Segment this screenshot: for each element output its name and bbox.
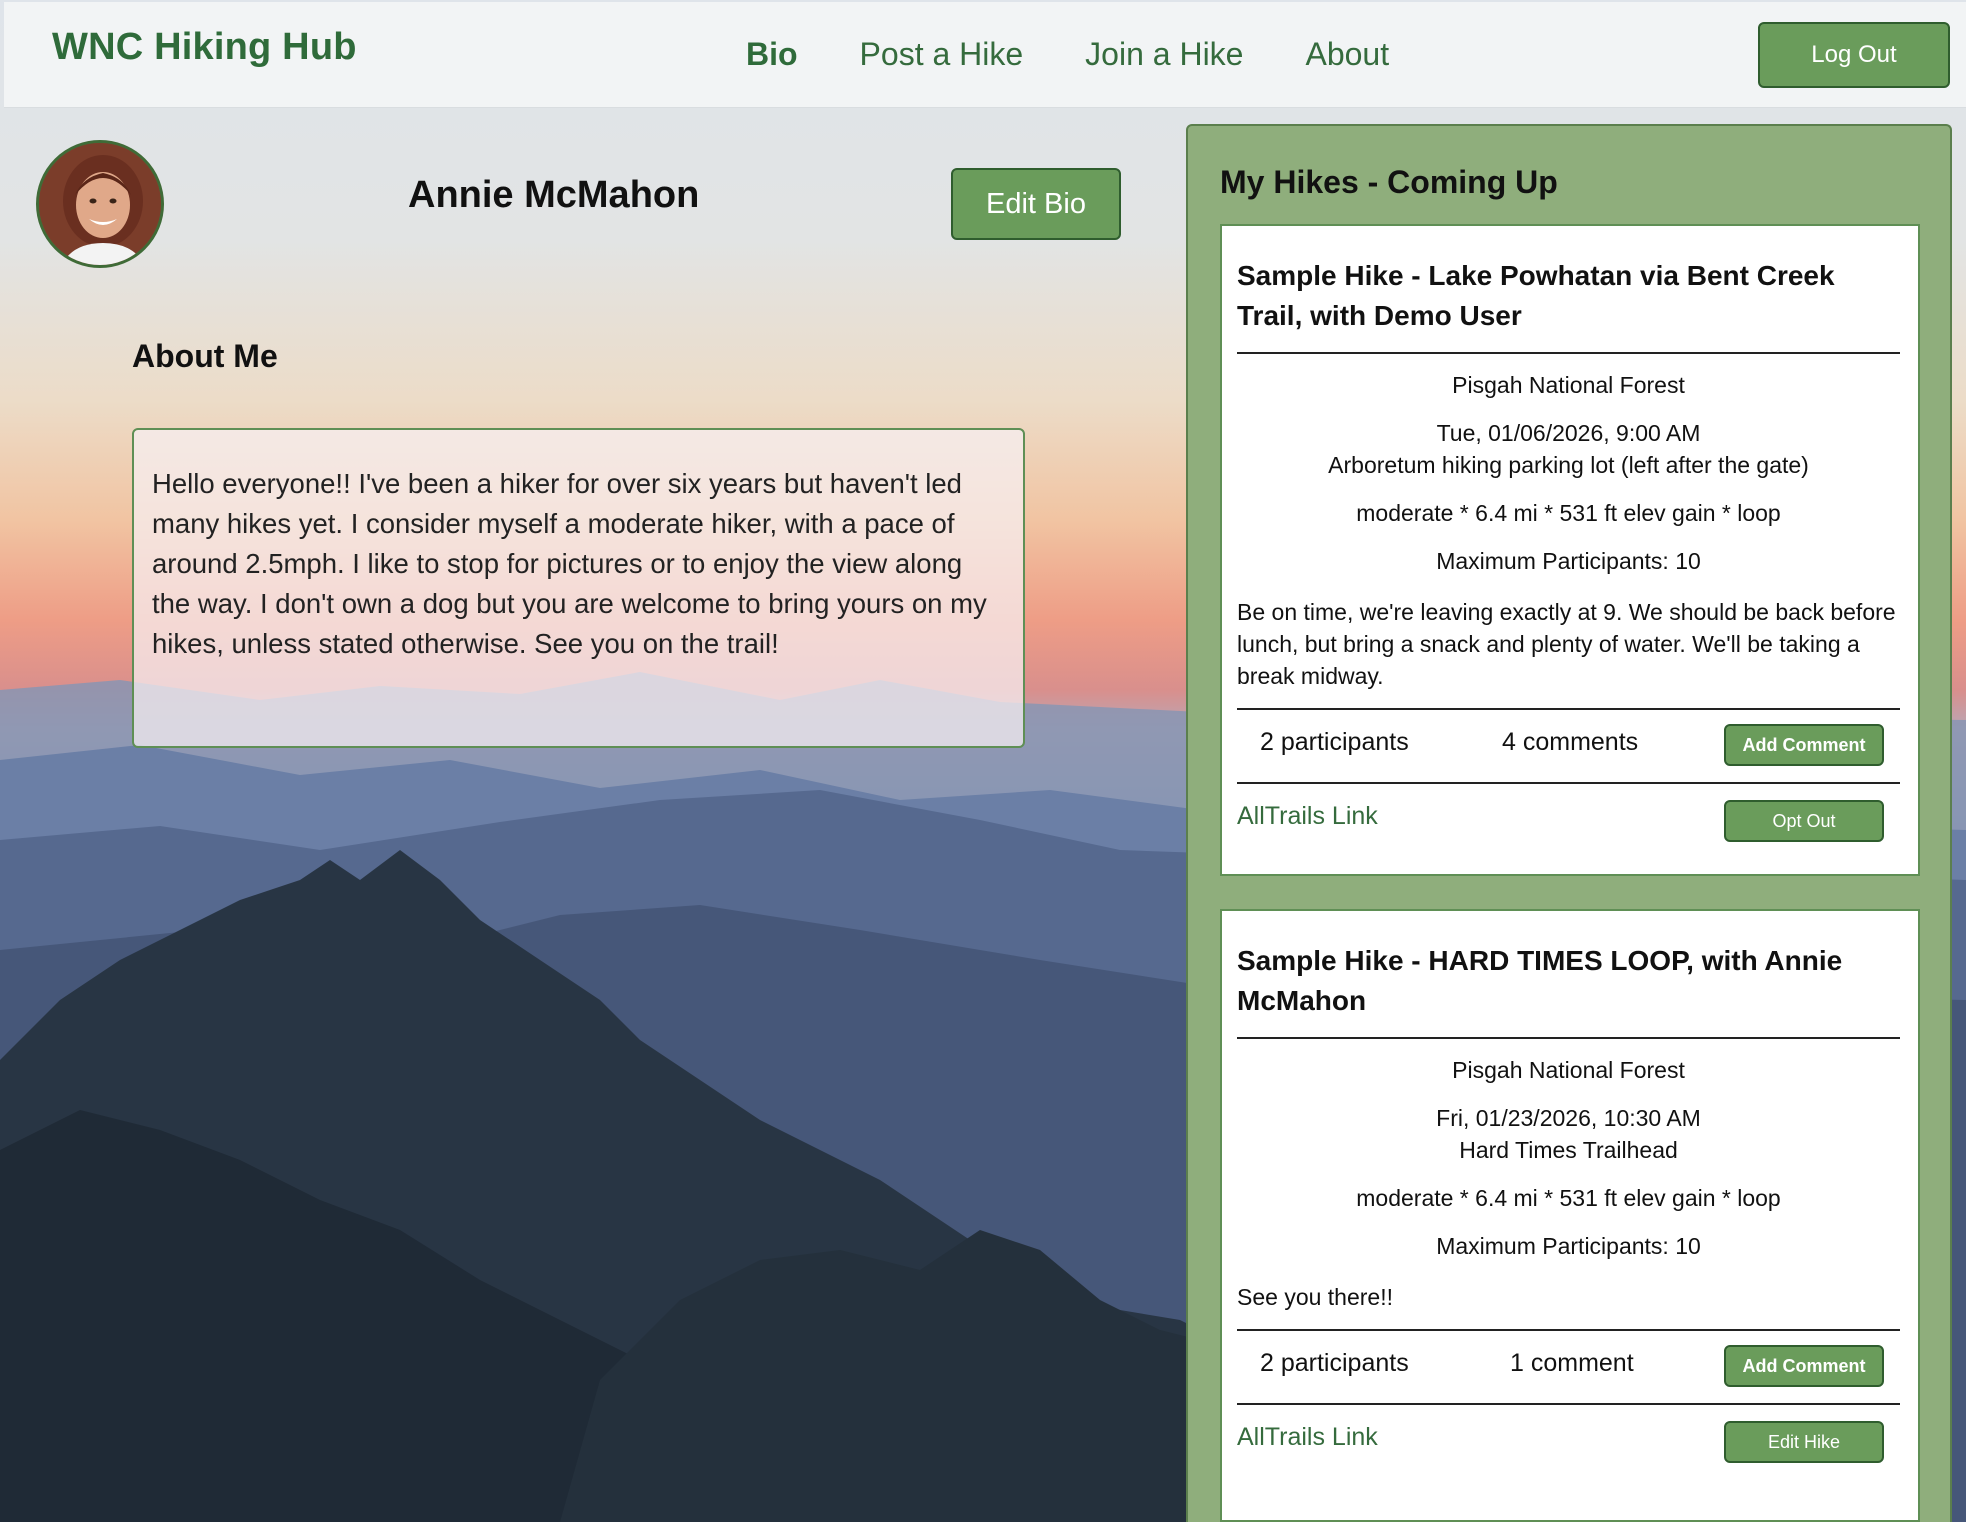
comments-count[interactable]: 1 comment [1510,1349,1634,1378]
hike-title: Sample Hike - HARD TIMES LOOP, with Anni… [1237,945,1843,1016]
divider [1237,1329,1900,1331]
about-me-heading: About Me [132,338,278,374]
alltrails-link[interactable]: AllTrails Link [1237,1423,1378,1452]
hike-location: Pisgah National Forest [1452,372,1685,398]
divider [1237,1403,1900,1405]
brand-logo[interactable]: WNC Hiking Hub [52,26,357,69]
profile-name: Annie McMahon [408,174,700,216]
participants-count[interactable]: 2 participants [1260,1349,1409,1378]
hike-datetime: Fri, 01/23/2026, 10:30 AM [1436,1105,1701,1131]
divider [1237,708,1900,710]
bio-text-box: Hello everyone!! I've been a hiker for o… [132,428,1025,748]
nav-join-a-hike[interactable]: Join a Hike [1085,36,1243,73]
alltrails-link[interactable]: AllTrails Link [1237,802,1378,831]
edit-bio-button[interactable]: Edit Bio [951,168,1121,240]
hike-description: See you there!! [1237,1284,1393,1310]
add-comment-button[interactable]: Add Comment [1724,1345,1884,1387]
comments-count[interactable]: 4 comments [1502,728,1638,757]
divider [1237,352,1900,354]
nav-post-a-hike[interactable]: Post a Hike [860,36,1024,73]
hike-datetime: Tue, 01/06/2026, 9:00 AM [1436,420,1701,446]
top-navbar: WNC Hiking Hub Bio Post a Hike Join a Hi… [4,2,1966,108]
hike-location: Pisgah National Forest [1452,1057,1685,1083]
edit-hike-button[interactable]: Edit Hike [1724,1421,1884,1463]
hike-details: moderate * 6.4 mi * 531 ft elev gain * l… [1356,1185,1781,1211]
logout-button[interactable]: Log Out [1758,22,1950,88]
divider [1237,782,1900,784]
hike-title: Sample Hike - Lake Powhatan via Bent Cre… [1237,260,1835,331]
main-nav: Bio Post a Hike Join a Hike About [746,36,1451,73]
hike-card: Sample Hike - Lake Powhatan via Bent Cre… [1220,224,1920,876]
panel-title: My Hikes - Coming Up [1220,164,1558,200]
hike-meeting-point: Arboretum hiking parking lot (left after… [1328,452,1809,478]
add-comment-button[interactable]: Add Comment [1724,724,1884,766]
hike-details: moderate * 6.4 mi * 531 ft elev gain * l… [1356,500,1781,526]
hike-max-participants: Maximum Participants: 10 [1436,1233,1701,1259]
my-hikes-panel: My Hikes - Coming Up Sample Hike - Lake … [1186,124,1952,1522]
hike-meeting-point: Hard Times Trailhead [1459,1137,1678,1163]
avatar [36,140,164,268]
participants-count[interactable]: 2 participants [1260,728,1409,757]
profile-photo-icon [39,143,161,265]
hike-max-participants: Maximum Participants: 10 [1436,548,1701,574]
divider [1237,1037,1900,1039]
hike-card: Sample Hike - HARD TIMES LOOP, with Anni… [1220,909,1920,1522]
hike-description: Be on time, we're leaving exactly at 9. … [1237,599,1896,689]
opt-out-button[interactable]: Opt Out [1724,800,1884,842]
bio-text: Hello everyone!! I've been a hiker for o… [152,468,987,659]
nav-bio[interactable]: Bio [746,36,798,73]
nav-about[interactable]: About [1305,36,1389,73]
